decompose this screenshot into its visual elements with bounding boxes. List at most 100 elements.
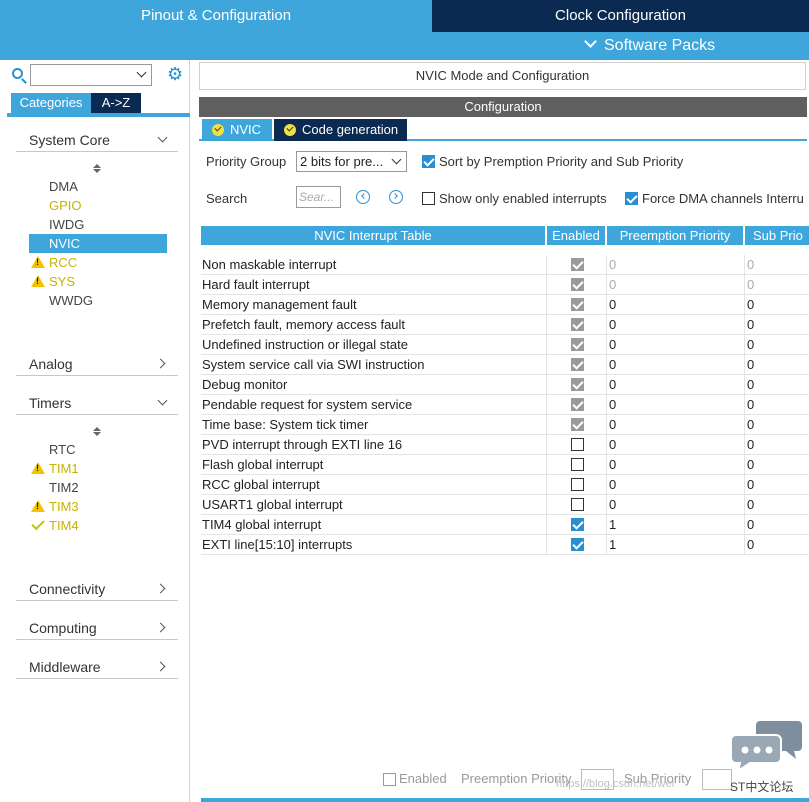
enabled-checkbox[interactable] bbox=[571, 478, 584, 491]
force-dma-checkbox[interactable] bbox=[625, 192, 638, 205]
category-middleware[interactable]: Middleware bbox=[16, 655, 178, 679]
search-previous-button[interactable] bbox=[356, 190, 370, 204]
sub-priority-cell[interactable]: 0 bbox=[744, 355, 809, 375]
preemption-priority-cell[interactable]: 0 bbox=[606, 475, 744, 495]
preemption-priority-cell[interactable]: 0 bbox=[606, 455, 744, 475]
peripheral-item-tim3[interactable]: TIM3 bbox=[29, 497, 167, 516]
preemption-priority-cell[interactable]: 0 bbox=[606, 315, 744, 335]
peripheral-item-tim2[interactable]: TIM2 bbox=[29, 478, 167, 497]
preemption-priority-cell[interactable]: 0 bbox=[606, 375, 744, 395]
category-timers[interactable]: Timers bbox=[16, 391, 178, 415]
sub-priority-cell[interactable]: 0 bbox=[744, 535, 809, 555]
preemption-priority-cell[interactable]: 0 bbox=[606, 295, 744, 315]
table-row[interactable]: Pendable request for system service 0 0 bbox=[201, 395, 809, 415]
table-row[interactable]: Prefetch fault, memory access fault 0 0 bbox=[201, 315, 809, 335]
preemption-priority-cell[interactable]: 1 bbox=[606, 515, 744, 535]
show-enabled-checkbox[interactable] bbox=[422, 192, 435, 205]
sub-priority-cell[interactable]: 0 bbox=[744, 435, 809, 455]
sub-priority-cell[interactable]: 0 bbox=[744, 475, 809, 495]
bottom-sub-select[interactable] bbox=[702, 769, 732, 790]
sub-priority-cell[interactable]: 0 bbox=[744, 375, 809, 395]
tab-clock-configuration[interactable]: Clock Configuration bbox=[432, 0, 809, 32]
priority-group-select[interactable]: 2 bits for pre... bbox=[296, 151, 407, 172]
chevron-down-icon[interactable] bbox=[136, 67, 147, 78]
table-row[interactable]: System service call via SWI instruction 0… bbox=[201, 355, 809, 375]
category-system-core[interactable]: System Core bbox=[16, 128, 178, 152]
table-row[interactable]: Flash global interrupt 0 0 bbox=[201, 455, 809, 475]
peripheral-item-wwdg[interactable]: WWDG bbox=[29, 291, 167, 310]
bottom-scrollbar[interactable] bbox=[201, 798, 809, 802]
table-row[interactable]: PVD interrupt through EXTI line 16 0 0 bbox=[201, 435, 809, 455]
peripheral-item-nvic[interactable]: NVIC bbox=[29, 234, 167, 253]
peripheral-item-rcc[interactable]: RCC bbox=[29, 253, 167, 272]
tab-categories[interactable]: Categories bbox=[11, 93, 91, 113]
category-computing[interactable]: Computing bbox=[16, 616, 178, 640]
sub-priority-cell[interactable]: 0 bbox=[744, 455, 809, 475]
enabled-checkbox[interactable] bbox=[571, 498, 584, 511]
gear-icon[interactable]: ⚙ bbox=[167, 65, 185, 83]
peripheral-item-gpio[interactable]: GPIO bbox=[29, 196, 167, 215]
search-next-button[interactable] bbox=[389, 190, 403, 204]
peripheral-item-tim4[interactable]: TIM4 bbox=[29, 516, 167, 535]
preemption-priority-cell[interactable]: 0 bbox=[606, 335, 744, 355]
sub-priority-cell[interactable]: 0 bbox=[744, 315, 809, 335]
chevron-right-icon bbox=[155, 358, 166, 369]
bottom-enabled-checkbox[interactable] bbox=[383, 773, 396, 786]
peripheral-item-rtc[interactable]: RTC bbox=[29, 440, 167, 459]
sort-priority-checkbox[interactable] bbox=[422, 155, 435, 168]
table-row[interactable]: USART1 global interrupt 0 0 bbox=[201, 495, 809, 515]
sub-priority-cell[interactable]: 0 bbox=[744, 495, 809, 515]
tab-code-generation[interactable]: Code generation bbox=[274, 119, 407, 141]
sub-priority-cell[interactable]: 0 bbox=[744, 515, 809, 535]
sub-priority-cell[interactable]: 0 bbox=[744, 415, 809, 435]
check-circle-icon bbox=[284, 124, 296, 136]
col-interrupt-name[interactable]: NVIC Interrupt Table bbox=[201, 226, 547, 245]
table-row[interactable]: Undefined instruction or illegal state 0 0 bbox=[201, 335, 809, 355]
table-row[interactable]: Hard fault interrupt 0 0 bbox=[201, 275, 809, 295]
category-search-combo[interactable] bbox=[30, 64, 152, 86]
sub-priority-cell[interactable]: 0 bbox=[744, 295, 809, 315]
category-connectivity[interactable]: Connectivity bbox=[16, 577, 178, 601]
peripheral-label: IWDG bbox=[49, 217, 85, 232]
sub-priority-cell[interactable]: 0 bbox=[744, 335, 809, 355]
sub-priority-cell[interactable]: 0 bbox=[744, 275, 809, 295]
tab-a-z[interactable]: A->Z bbox=[91, 93, 141, 113]
preemption-priority-cell[interactable]: 0 bbox=[606, 415, 744, 435]
preemption-priority-cell[interactable]: 0 bbox=[606, 395, 744, 415]
chevron-right-icon bbox=[155, 661, 166, 672]
preemption-priority-cell[interactable]: 0 bbox=[606, 495, 744, 515]
peripheral-item-dma[interactable]: DMA bbox=[29, 177, 167, 196]
search-icon[interactable] bbox=[12, 68, 23, 79]
sub-priority-cell[interactable]: 0 bbox=[744, 255, 809, 275]
peripheral-item-sys[interactable]: SYS bbox=[29, 272, 167, 291]
peripheral-item-iwdg[interactable]: IWDG bbox=[29, 215, 167, 234]
interrupt-search-input[interactable]: Sear... bbox=[296, 186, 341, 208]
table-row[interactable]: Debug monitor 0 0 bbox=[201, 375, 809, 395]
category-analog[interactable]: Analog bbox=[16, 352, 178, 376]
table-row[interactable]: Memory management fault 0 0 bbox=[201, 295, 809, 315]
col-preemption[interactable]: Preemption Priority bbox=[607, 226, 745, 245]
table-row[interactable]: Non maskable interrupt 0 0 bbox=[201, 255, 809, 275]
tab-nvic[interactable]: NVIC bbox=[202, 119, 272, 141]
preemption-priority-cell[interactable]: 0 bbox=[606, 255, 744, 275]
table-row[interactable]: RCC global interrupt 0 0 bbox=[201, 475, 809, 495]
preemption-priority-cell[interactable]: 1 bbox=[606, 535, 744, 555]
preemption-priority-cell[interactable]: 0 bbox=[606, 355, 744, 375]
enabled-checkbox[interactable] bbox=[571, 518, 584, 531]
enabled-checkbox[interactable] bbox=[571, 438, 584, 451]
peripheral-item-tim1[interactable]: TIM1 bbox=[29, 459, 167, 478]
enabled-checkbox[interactable] bbox=[571, 458, 584, 471]
software-packs-menu[interactable]: Software Packs bbox=[584, 32, 715, 60]
table-row[interactable]: Time base: System tick timer 0 0 bbox=[201, 415, 809, 435]
sub-priority-cell[interactable]: 0 bbox=[744, 395, 809, 415]
enabled-checkbox[interactable] bbox=[571, 538, 584, 551]
preemption-priority-cell[interactable]: 0 bbox=[606, 435, 744, 455]
tab-code-generation-label: Code generation bbox=[302, 122, 399, 137]
table-row[interactable]: TIM4 global interrupt 1 0 bbox=[201, 515, 809, 535]
table-row[interactable]: EXTI line[15:10] interrupts 1 0 bbox=[201, 535, 809, 555]
peripheral-label: SYS bbox=[49, 274, 76, 289]
preemption-priority-cell[interactable]: 0 bbox=[606, 275, 744, 295]
col-sub-priority[interactable]: Sub Prio bbox=[745, 226, 809, 245]
col-enabled[interactable]: Enabled bbox=[547, 226, 607, 245]
tab-pinout-configuration[interactable]: Pinout & Configuration bbox=[0, 0, 432, 32]
